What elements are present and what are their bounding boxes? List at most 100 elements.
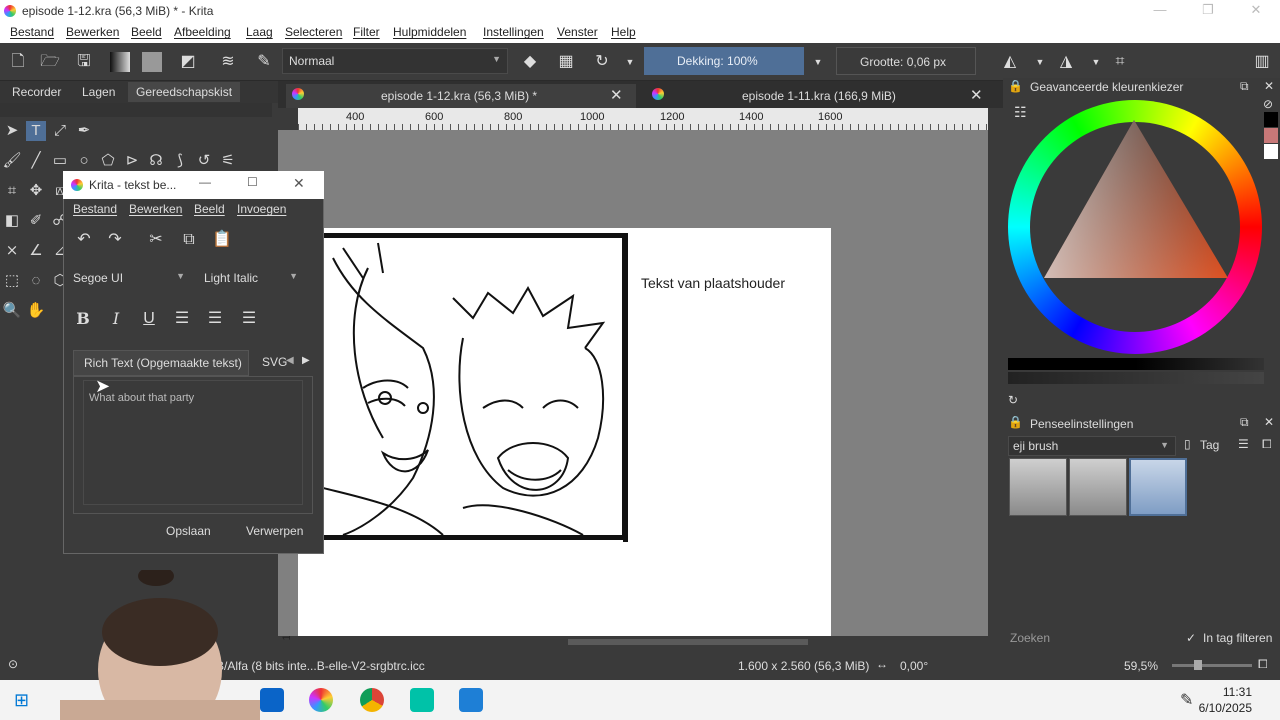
text-tool-icon[interactable]: T <box>26 121 46 141</box>
select-tool-icon[interactable]: ➤ <box>2 121 22 141</box>
filter-label[interactable]: In tag filteren <box>1203 631 1272 645</box>
size-slider[interactable]: Grootte: 0,06 px <box>836 47 976 75</box>
color-picker-icon[interactable]: ✐ <box>26 211 46 231</box>
open-folder-icon[interactable]: 🗁 <box>40 52 60 72</box>
measure-tool-icon[interactable]: ∠ <box>26 241 46 261</box>
zoom-slider[interactable] <box>1172 660 1252 670</box>
close-tab-icon[interactable]: ✕ <box>970 86 983 104</box>
multibrush-icon[interactable]: ⚟ <box>218 151 238 171</box>
assistant-tool-icon[interactable]: ⨯ <box>2 241 22 261</box>
chrome-icon[interactable] <box>360 688 384 712</box>
pan-tool-icon[interactable]: ✋ <box>26 301 46 321</box>
bold-icon[interactable]: B <box>72 308 94 330</box>
menu-filter[interactable]: Filter <box>353 25 380 39</box>
close-tab-icon[interactable]: ✕ <box>610 86 623 104</box>
no-color-icon[interactable]: ⊘ <box>1263 97 1273 111</box>
brush-presets-icon[interactable]: ✎ <box>254 52 274 72</box>
tag-label[interactable]: Tag <box>1200 438 1219 452</box>
maximize-icon[interactable]: ☐ <box>247 175 258 189</box>
rotate-icon[interactable]: ↔ <box>876 657 888 671</box>
fg-bg-color-icon[interactable]: ◩ <box>178 52 198 72</box>
placeholder-text[interactable]: Tekst van plaatshouder <box>641 275 785 291</box>
tab-recorder[interactable]: Recorder <box>12 85 61 99</box>
move-tool-icon[interactable]: ✥ <box>26 181 46 201</box>
close-icon[interactable]: ✕ <box>293 175 305 192</box>
fullscreen-icon[interactable]: ⧠ <box>1258 657 1268 672</box>
brush-preset-select[interactable]: eji brush ▼ <box>1008 436 1176 456</box>
menu-venster[interactable]: Venster <box>557 25 598 39</box>
align-center-icon[interactable]: ☰ <box>204 308 226 330</box>
horizontal-scrollbar[interactable] <box>298 636 988 648</box>
value-slider[interactable] <box>1008 358 1264 370</box>
zoom-slider-handle[interactable] <box>1194 660 1202 670</box>
tab-lagen[interactable]: Lagen <box>82 85 115 99</box>
text-edit-area[interactable]: What about that party <box>83 380 303 505</box>
save-icon[interactable]: 🖫 <box>74 52 94 72</box>
status-brush-icon[interactable]: ⊙ <box>8 657 18 671</box>
crop-tool-icon[interactable]: ⌗ <box>2 181 22 201</box>
close-icon[interactable]: ✕ <box>1264 79 1274 93</box>
refresh-icon[interactable]: ↻ <box>1008 393 1018 407</box>
minimize-icon[interactable]: — <box>1145 2 1175 20</box>
tab-scroll-right-icon[interactable]: ▶ <box>302 355 310 366</box>
color-settings-icon[interactable]: ☷ <box>1014 104 1027 121</box>
saturation-slider[interactable] <box>1008 372 1264 384</box>
align-right-icon[interactable]: ☰ <box>238 308 260 330</box>
tag-icon[interactable]: ▯ <box>1184 437 1191 451</box>
float-icon[interactable]: ⧉ <box>1240 415 1249 430</box>
dialog-menu-invoegen[interactable]: Invoegen <box>237 202 286 216</box>
undo-icon[interactable]: ↶ <box>73 229 95 251</box>
underline-icon[interactable]: U <box>138 308 160 330</box>
menu-bestand[interactable]: Bestand <box>10 25 54 39</box>
color-swatch[interactable] <box>1264 128 1278 143</box>
tab-gereedschapskist[interactable]: Gereedschapskist <box>128 82 241 102</box>
polygon-tool-icon[interactable]: ⬠ <box>98 151 118 171</box>
color-swatch[interactable] <box>1264 144 1278 159</box>
bezier-tool-icon[interactable]: ☊ <box>146 151 166 171</box>
brush-tool-icon[interactable]: 🖌 <box>2 151 22 171</box>
font-family-select[interactable]: Segoe UI ▼ <box>67 266 191 294</box>
brush-search-input[interactable]: Zoeken <box>1008 629 1176 647</box>
rect-select-icon[interactable]: ⬚ <box>2 271 22 291</box>
brush-settings-icon[interactable]: ≋ <box>218 52 238 72</box>
ellipse-tool-icon[interactable]: ○ <box>74 151 94 171</box>
menu-help[interactable]: Help <box>611 25 636 39</box>
redo-icon[interactable]: ↷ <box>104 229 126 251</box>
reload-preset-icon[interactable]: ↻ <box>592 52 612 72</box>
chevron-down-icon[interactable]: ▼ <box>1086 52 1106 72</box>
outlook-icon[interactable] <box>260 688 284 712</box>
cut-icon[interactable]: ✂ <box>145 229 167 251</box>
app-icon[interactable] <box>410 688 434 712</box>
paste-icon[interactable]: 📋 <box>211 229 233 251</box>
float-icon[interactable]: ⧉ <box>1240 79 1249 94</box>
save-button[interactable]: Opslaan <box>166 524 211 546</box>
pattern-icon[interactable] <box>142 52 162 72</box>
brush-preset-thumb-selected[interactable] <box>1129 458 1187 516</box>
font-style-select[interactable]: Light Italic ▼ <box>198 266 304 294</box>
line-tool-icon[interactable]: ╱ <box>26 151 46 171</box>
polyline-tool-icon[interactable]: ⊳ <box>122 151 142 171</box>
close-icon[interactable]: ✕ <box>1264 415 1274 429</box>
menu-bewerken[interactable]: Bewerken <box>66 25 119 39</box>
mirror-horizontal-icon[interactable]: ◭ <box>1000 52 1020 72</box>
document-tab-active[interactable]: episode 1-12.kra (56,3 MiB) * ✕ <box>286 84 636 108</box>
menu-hulpmiddelen[interactable]: Hulpmiddelen <box>393 25 466 39</box>
workspace-icon[interactable]: ▥ <box>1252 52 1272 72</box>
alpha-lock-icon[interactable]: ▦ <box>556 52 576 72</box>
document-tab[interactable]: episode 1-11.kra (166,9 MiB) ✕ <box>646 84 996 108</box>
crop-icon[interactable]: ⌗ <box>1110 52 1130 72</box>
tab-scroll-left-icon[interactable]: ◀ <box>286 355 294 366</box>
comic-panel[interactable] <box>323 233 627 540</box>
chevron-down-icon[interactable]: ▼ <box>808 52 828 72</box>
restore-icon[interactable]: ❐ <box>1193 2 1223 20</box>
tab-rich-text[interactable]: Rich Text (Opgemaakte tekst) <box>73 350 249 376</box>
calligraphy-icon[interactable]: ✒ <box>74 121 94 141</box>
view-icon[interactable]: ⧠ <box>1262 437 1272 452</box>
edit-shape-icon[interactable]: ⤢ <box>50 121 70 141</box>
rectangle-tool-icon[interactable]: ▭ <box>50 151 70 171</box>
chevron-down-icon[interactable]: ▼ <box>620 52 640 72</box>
new-document-icon[interactable]: 🗋 <box>8 52 28 72</box>
pen-icon[interactable]: ✎ <box>1180 690 1193 710</box>
checkbox-icon[interactable]: ✓ <box>1186 631 1196 645</box>
lock-icon[interactable]: 🔒 <box>1008 415 1023 429</box>
